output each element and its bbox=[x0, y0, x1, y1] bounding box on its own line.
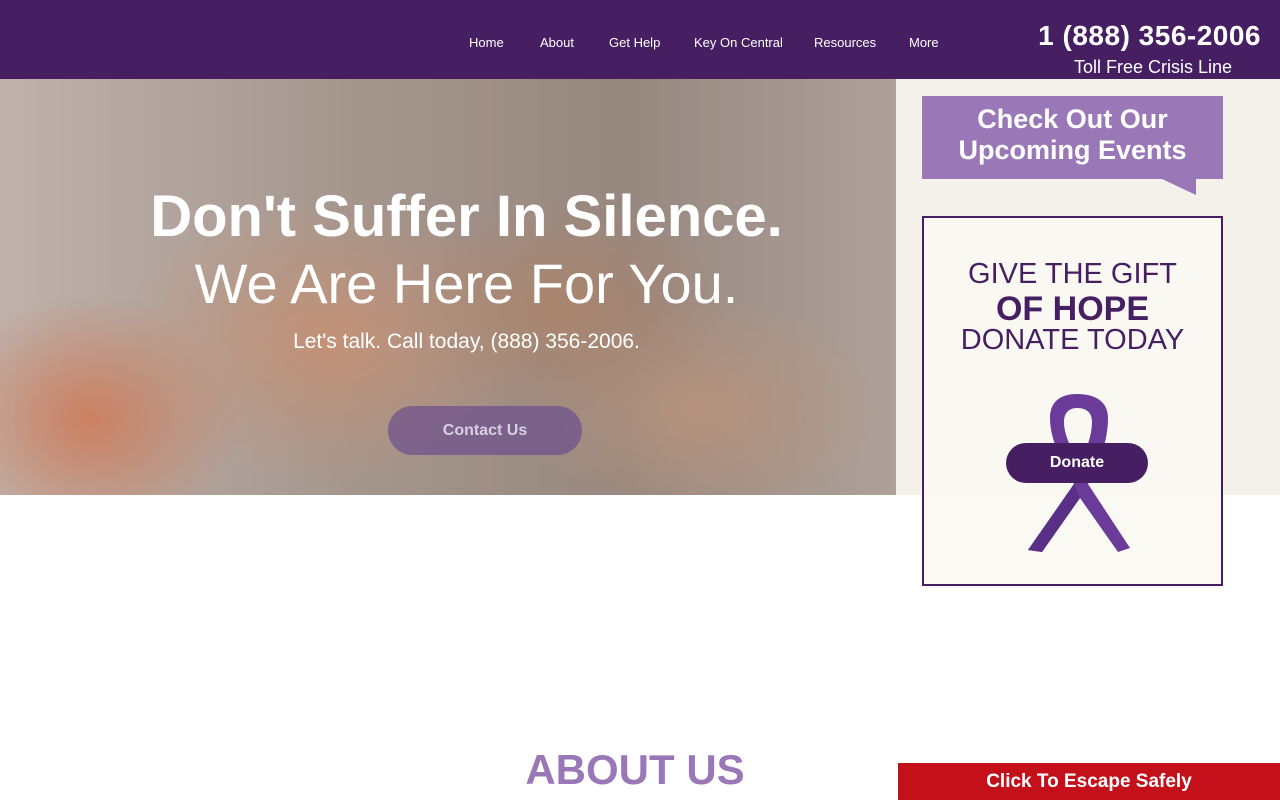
events-line-2: Upcoming Events bbox=[958, 135, 1187, 165]
crisis-phone-number[interactable]: 1 (888) 356-2006 bbox=[1038, 20, 1261, 52]
donation-card: GIVE THE GIFT OF HOPE DONATE TODAY Donat… bbox=[922, 216, 1223, 586]
crisis-line-caption: Toll Free Crisis Line bbox=[1073, 57, 1232, 77]
hero-banner: Don't Suffer In Silence. We Are Here For… bbox=[0, 79, 896, 495]
page: Home About Get Help Key On Central Resou… bbox=[0, 0, 1280, 800]
speech-bubble-tail-icon bbox=[1160, 178, 1196, 195]
hero-call-text: Let's talk. Call today, (888) 356-2006. bbox=[293, 330, 640, 353]
site-header: Home About Get Help Key On Central Resou… bbox=[0, 0, 1280, 79]
hero-subtitle: We Are Here For You. bbox=[194, 252, 739, 315]
contact-us-button[interactable]: Contact Us bbox=[388, 406, 582, 455]
nav-get-help[interactable]: Get Help bbox=[609, 35, 660, 50]
nav-resources[interactable]: Resources bbox=[814, 35, 876, 50]
nav-home[interactable]: Home bbox=[469, 35, 504, 50]
upcoming-events-button[interactable]: Check Out Our Upcoming Events bbox=[922, 96, 1223, 179]
nav-more[interactable]: More bbox=[909, 35, 939, 50]
donate-button[interactable]: Donate bbox=[1006, 443, 1148, 483]
hero-title: Don't Suffer In Silence. bbox=[150, 184, 783, 249]
gift-line-3: DONATE TODAY bbox=[960, 324, 1185, 356]
nav-about[interactable]: About bbox=[540, 35, 574, 50]
events-line-1: Check Out Our bbox=[977, 104, 1168, 134]
nav-key-on-central[interactable]: Key On Central bbox=[694, 35, 783, 50]
escape-safely-button[interactable]: Click To Escape Safely bbox=[898, 763, 1280, 800]
gift-line-1: GIVE THE GIFT bbox=[968, 258, 1177, 290]
